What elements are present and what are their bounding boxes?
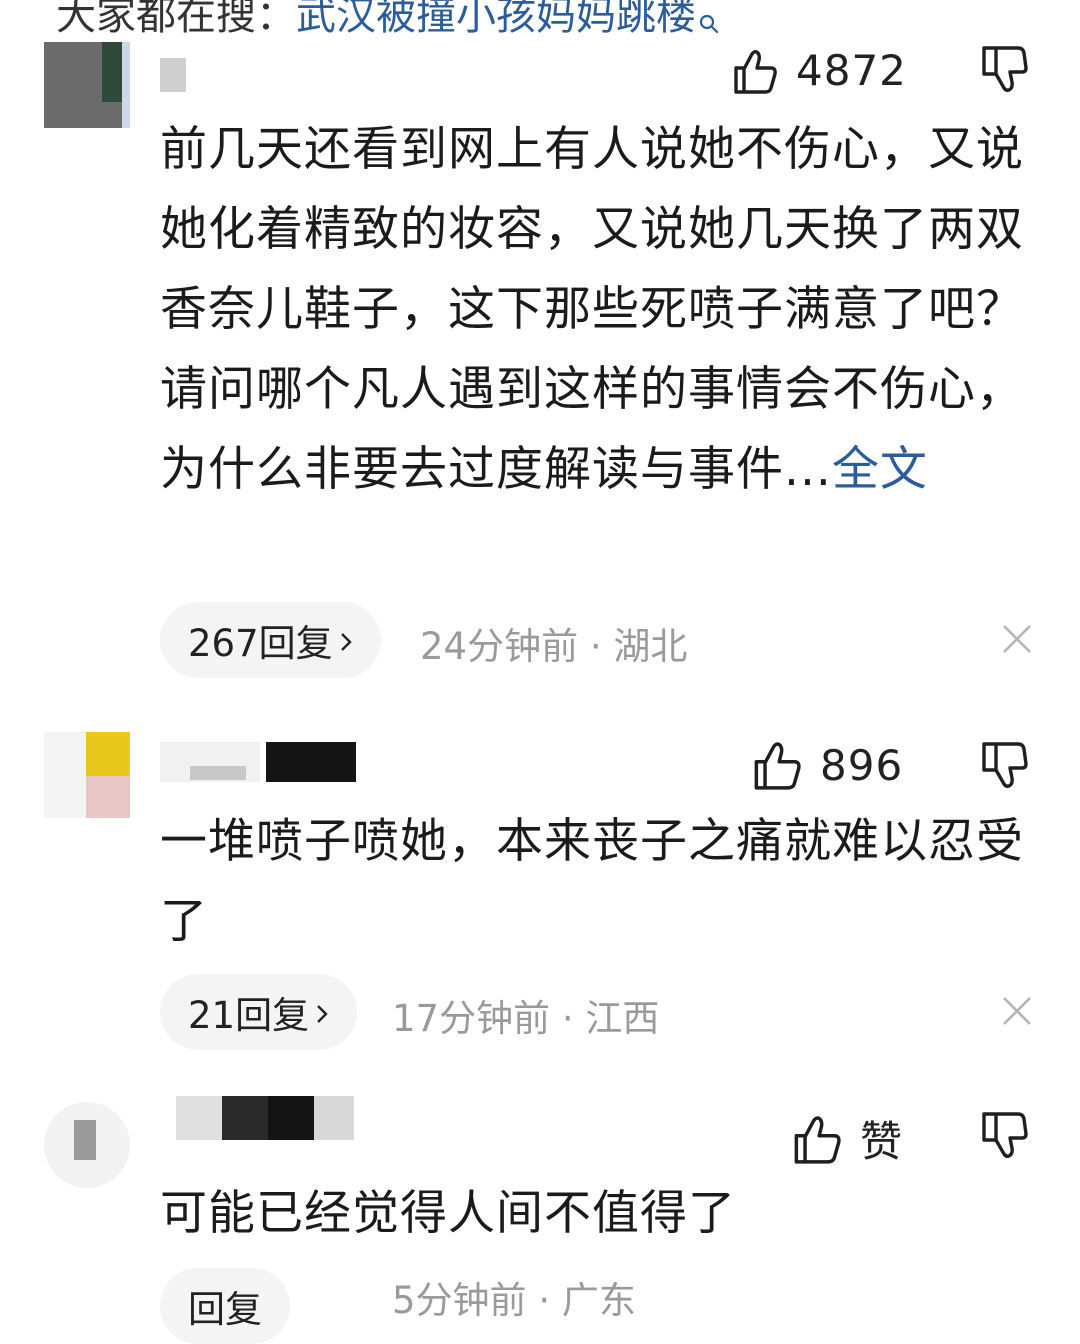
comment-body: 一堆喷子喷她，本来丧子之痛就难以忍受了 <box>160 802 1050 962</box>
thumbs-down-icon <box>978 742 1028 794</box>
close-icon[interactable] <box>1000 994 1034 1032</box>
thumbs-down-icon <box>978 1112 1028 1164</box>
like-button[interactable]: 896 <box>752 740 903 790</box>
meta-separator: · <box>538 1279 551 1322</box>
close-icon[interactable] <box>1000 622 1034 660</box>
search-suggestion-query[interactable]: 武汉被撞小孩妈妈跳楼 <box>296 0 696 39</box>
meta-separator: · <box>589 625 602 668</box>
comment-text: 可能已经觉得人间不值得了 <box>160 1186 736 1241</box>
search-icon[interactable] <box>698 0 720 52</box>
avatar[interactable] <box>44 732 130 818</box>
like-button[interactable]: 4872 <box>732 46 907 95</box>
meta-separator: · <box>561 997 574 1040</box>
chevron-right-icon <box>339 619 353 662</box>
comment-body: 前几天还看到网上有人说她不伤心，又说她化着精致的妆容，又说她几天换了两双香奈儿鞋… <box>160 110 1050 510</box>
comment-body: 可能已经觉得人间不值得了 <box>160 1174 1050 1254</box>
like-button[interactable]: 赞 <box>792 1108 903 1169</box>
thumbs-down-icon <box>978 46 1028 98</box>
comment-time: 24分钟前 <box>420 625 579 668</box>
chevron-right-icon <box>315 991 329 1034</box>
like-count: 896 <box>820 740 904 790</box>
comment-meta: 17分钟前 · 江西 <box>392 988 659 1042</box>
comment-meta: 24分钟前 · 湖北 <box>420 616 687 670</box>
reply-count-label: 267回复 <box>188 622 333 665</box>
comment-time: 5分钟前 <box>392 1279 527 1322</box>
comment-meta: 5分钟前 · 广东 <box>392 1270 636 1324</box>
comment-location: 湖北 <box>613 625 688 668</box>
dislike-button[interactable] <box>978 44 1028 98</box>
reply-count-button[interactable]: 回复 <box>160 1268 290 1344</box>
username-redacted[interactable] <box>160 1096 360 1140</box>
reply-count-button[interactable]: 21回复 <box>160 974 358 1050</box>
like-count: 4872 <box>796 46 907 95</box>
avatar[interactable] <box>44 42 130 128</box>
thumbs-up-icon <box>732 48 778 94</box>
comment-location: 广东 <box>561 1279 636 1322</box>
search-suggestion-prefix: 大家都在搜： <box>56 0 296 39</box>
reply-count-label: 回复 <box>188 1288 262 1331</box>
thumbs-up-icon <box>752 740 802 790</box>
comment-text: 前几天还看到网上有人说她不伤心，又说她化着精致的妆容，又说她几天换了两双香奈儿鞋… <box>160 122 1024 497</box>
comment-time: 17分钟前 <box>392 997 551 1040</box>
reply-count-label: 21回复 <box>188 994 310 1037</box>
like-label: 赞 <box>860 1117 904 1166</box>
dislike-button[interactable] <box>978 1110 1028 1164</box>
comment-text: 一堆喷子喷她，本来丧子之痛就难以忍受了 <box>160 814 1024 949</box>
avatar[interactable] <box>44 1102 130 1188</box>
expand-full-text-link[interactable]: 全文 <box>832 442 928 497</box>
reply-count-button[interactable]: 267回复 <box>160 602 381 678</box>
search-suggestion[interactable]: 大家都在搜：武汉被撞小孩妈妈跳楼 <box>56 0 720 52</box>
username-redacted[interactable] <box>160 742 360 786</box>
username-redacted[interactable] <box>160 58 280 102</box>
thumbs-up-icon <box>792 1114 842 1164</box>
comment-location: 江西 <box>585 997 660 1040</box>
dislike-button[interactable] <box>978 740 1028 794</box>
